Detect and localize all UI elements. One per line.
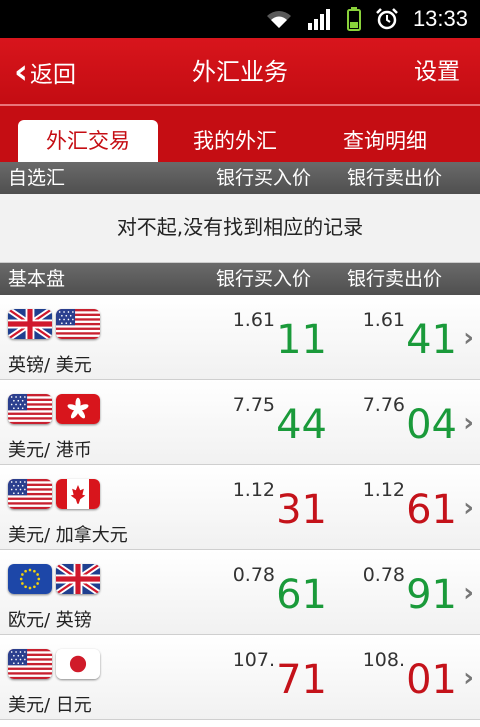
buy-price-prefix: 0.78 [232,564,275,586]
sell-price: 1.61 41 [345,303,457,369]
eu-flag-icon [8,564,52,594]
basic-title: 基本盘 [8,268,66,290]
buy-price-main: 71 [276,657,327,703]
flag-pair [8,564,100,594]
jp-flag-icon [56,649,100,679]
us-flag-icon [8,649,52,679]
alarm-icon [375,7,399,31]
chevron-right-icon: › [463,323,474,353]
currency-pair: 美元/ 加拿大元 [8,525,128,546]
currency-pair: 英镑/ 美元 [8,355,92,376]
basic-sell-header: 银行卖出价 [347,268,443,290]
sell-price-main: 91 [406,572,457,618]
chevron-right-icon: › [463,493,474,523]
currency-pair: 美元/ 港币 [8,440,92,461]
buy-price: 7.75 44 [215,388,327,454]
basic-buy-header: 银行买入价 [216,268,312,290]
sell-price-prefix: 1.61 [362,309,405,331]
sell-price: 108. 01 [345,643,457,709]
signal-icon [307,8,333,30]
page-title: 外汇业务 [192,58,288,86]
watchlist-buy-header: 银行买入价 [216,167,312,189]
title-bar: ‹ 返回 外汇业务 设置 [0,38,480,106]
flag-pair [8,309,100,339]
chevron-right-icon: › [463,578,474,608]
tab-query-details[interactable]: 查询明细 [315,120,455,162]
sell-price-prefix: 108. [362,649,405,671]
watchlist-title: 自选汇 [8,167,66,189]
sell-price: 7.76 04 [345,388,457,454]
rate-row-usd-jpy[interactable]: 美元/ 日元 107. 71 108. 01 › [0,635,480,720]
rate-row-usd-cad[interactable]: 美元/ 加拿大元 1.12 31 1.12 61 › [0,465,480,550]
status-time: 13:33 [412,6,468,31]
basic-header: 基本盘 银行买入价 银行卖出价 [0,263,480,295]
us-flag-icon [8,479,52,509]
sell-price: 1.12 61 [345,473,457,539]
flag-pair [8,479,100,509]
watchlist-empty-message: 对不起,没有找到相应的记录 [0,194,480,263]
uk-flag-icon [56,564,100,594]
status-bar: 13:33 [0,0,480,38]
buy-price: 1.61 11 [215,303,327,369]
buy-price-main: 11 [276,317,327,363]
buy-price-main: 44 [276,402,327,448]
hk-flag-icon [56,394,100,424]
settings-button[interactable]: 设置 [414,38,460,106]
sell-price-main: 41 [406,317,457,363]
tab-bar: 外汇交易 我的外汇 查询明细 [0,106,480,162]
rate-row-usd-hkd[interactable]: 美元/ 港币 7.75 44 7.76 04 › [0,380,480,465]
us-flag-icon [56,309,100,339]
buy-price-main: 31 [276,487,327,533]
buy-price-prefix: 1.61 [232,309,275,331]
sell-price-prefix: 1.12 [362,479,405,501]
currency-pair: 美元/ 日元 [8,695,92,716]
watchlist-sell-header: 银行卖出价 [347,167,443,189]
uk-flag-icon [8,309,52,339]
watchlist-header: 自选汇 银行买入价 银行卖出价 [0,162,480,194]
rate-row-gbp-usd[interactable]: 英镑/ 美元 1.61 11 1.61 41 › [0,295,480,380]
currency-pair: 欧元/ 英镑 [8,610,92,631]
buy-price-main: 61 [276,572,327,618]
sell-price-main: 61 [406,487,457,533]
flag-pair [8,649,100,679]
sell-price-main: 01 [406,657,457,703]
wifi-icon [265,8,293,30]
rate-row-eur-gbp[interactable]: 欧元/ 英镑 0.78 61 0.78 91 › [0,550,480,635]
ca-flag-icon [56,479,100,509]
buy-price: 1.12 31 [215,473,327,539]
tab-fx-trading[interactable]: 外汇交易 [18,120,158,162]
rate-list: 英镑/ 美元 1.61 11 1.61 41 › 美元/ 港币 7.75 44 … [0,295,480,720]
sell-price-main: 04 [406,402,457,448]
buy-price-prefix: 1.12 [232,479,275,501]
sell-price: 0.78 91 [345,558,457,624]
flag-pair [8,394,100,424]
buy-price-prefix: 107. [232,649,275,671]
buy-price: 0.78 61 [215,558,327,624]
sell-price-prefix: 7.76 [362,394,405,416]
tab-my-fx[interactable]: 我的外汇 [165,120,305,162]
chevron-right-icon: › [463,408,474,438]
buy-price: 107. 71 [215,643,327,709]
us-flag-icon [8,394,52,424]
chevron-right-icon: › [463,663,474,693]
battery-icon [346,7,361,31]
sell-price-prefix: 0.78 [362,564,405,586]
buy-price-prefix: 7.75 [232,394,275,416]
